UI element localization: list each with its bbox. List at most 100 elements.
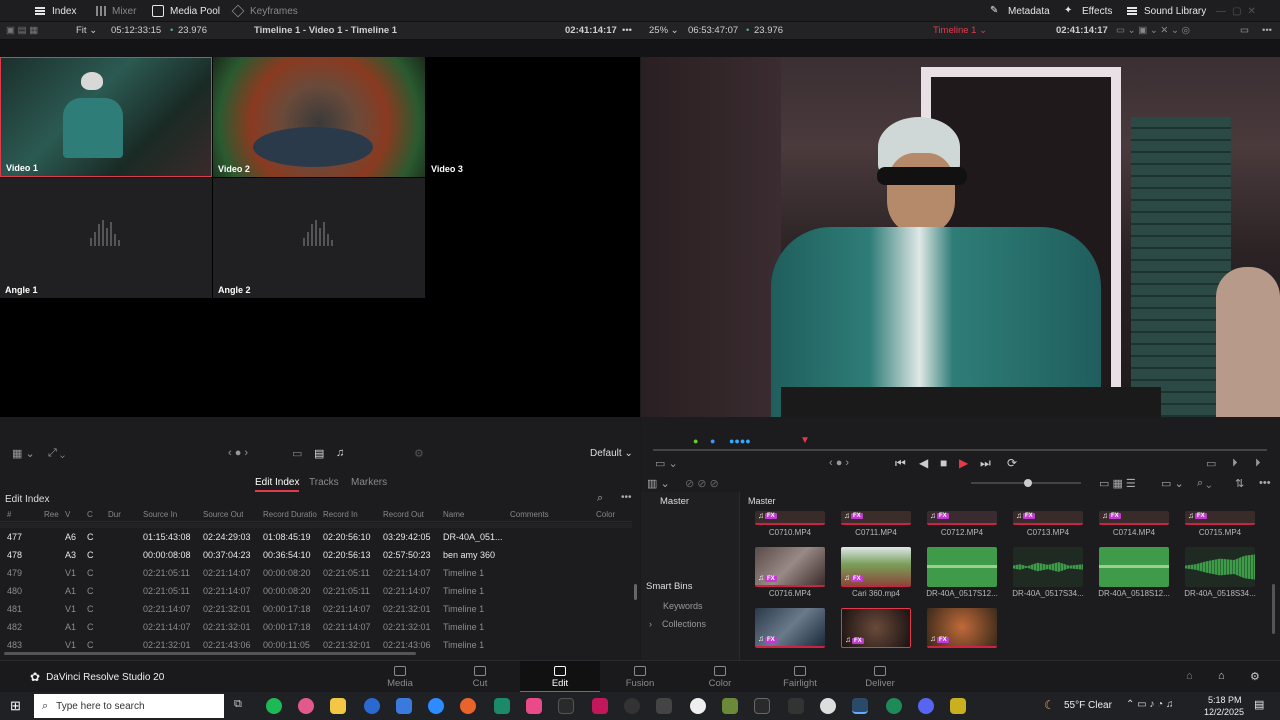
zoom-icon[interactable] (428, 698, 444, 714)
layout-icons[interactable]: ▣ ▤ ▦ (6, 25, 38, 36)
table-row[interactable]: 478 A3 C 00:00:08:08 00:37:04:23 00:36:54:10 0… (0, 546, 632, 564)
table-row[interactable]: 479 V1 C 02:21:05:11 02:21:14:07 00:00:08:20 0… (0, 564, 632, 582)
more-options-icon[interactable]: ••• (1259, 477, 1271, 489)
tab-edit-index[interactable]: Edit Index (255, 477, 300, 492)
table-row[interactable]: 482 A1 C 02:21:14:07 02:21:32:01 00:00:17:18 0… (0, 618, 632, 636)
skip-forward-icon[interactable]: ⏭ (980, 456, 991, 471)
jog-control[interactable]: ‹ ● › (228, 447, 248, 459)
audio-clip-thumbnail[interactable] (927, 547, 997, 587)
multicam-viewer[interactable]: Video 1 Video 2 Video 3 Angle 1 Angle 2 (0, 57, 640, 417)
clip-thumbnail[interactable]: ♫ FX (1185, 511, 1255, 525)
column-header[interactable]: Comments (510, 510, 549, 519)
page-color[interactable]: Color (680, 661, 760, 693)
file-explorer-icon[interactable] (330, 698, 346, 714)
bin-master[interactable]: Master (660, 496, 689, 507)
column-header[interactable]: Source Out (203, 510, 243, 519)
column-header[interactable]: Ree (44, 510, 61, 519)
clock-time[interactable]: 5:18 PM (1208, 695, 1242, 705)
more-options-icon[interactable]: ••• (621, 492, 632, 503)
clip-thumbnail[interactable]: ♫ FX (755, 608, 825, 648)
clip-thumbnail[interactable]: ♫ FX (841, 547, 911, 587)
app-icon[interactable] (754, 698, 770, 714)
clip-thumbnail[interactable]: ♫ FX (927, 511, 997, 525)
firefox-icon[interactable] (460, 698, 476, 714)
column-header[interactable]: C (87, 510, 93, 519)
davinci-taskbar-icon[interactable] (852, 698, 868, 714)
column-header[interactable]: Color (596, 510, 615, 519)
audio-clip-thumbnail[interactable] (1185, 547, 1255, 587)
clip-thumbnail[interactable]: ♫ FX (755, 547, 825, 587)
column-header[interactable]: V (65, 510, 70, 519)
next-clip-icon[interactable]: ⏵ (1232, 457, 1238, 470)
slack-icon[interactable] (526, 698, 542, 714)
column-header[interactable]: Dur (108, 510, 121, 519)
app-icon[interactable] (950, 698, 966, 714)
page-fairlight[interactable]: Fairlight (760, 661, 840, 693)
loop-icon[interactable]: ⟳ (1007, 456, 1017, 470)
task-view-icon[interactable]: ⧉ (234, 698, 242, 711)
audio-clip-thumbnail[interactable] (1099, 547, 1169, 587)
play-reverse-icon[interactable]: ◀ (919, 456, 928, 470)
tray-icons[interactable]: ⌃ ▭ ♪ ◔ ♫ (1126, 699, 1173, 710)
more-options-icon[interactable]: ••• (622, 25, 632, 36)
tab-tracks[interactable]: Tracks (309, 477, 339, 488)
skip-back-icon[interactable]: ⏮ (895, 456, 906, 471)
table-row[interactable]: 477 A6 C 01:15:43:08 02:24:29:03 01:08:45:19 0… (0, 528, 632, 546)
timeline-selector[interactable]: Timeline 1 ⌄ (933, 25, 987, 36)
app-icon[interactable] (820, 698, 836, 714)
sidebar-toggle-icon[interactable]: ▥ ⌄ (647, 477, 670, 490)
discord-icon[interactable] (918, 698, 934, 714)
keyframes-button[interactable]: Keyframes (231, 0, 298, 22)
audio-video-icon[interactable]: ▤ (314, 447, 324, 460)
zoom-dropdown[interactable]: 25% ⌄ (649, 25, 679, 36)
windows-start-icon[interactable]: ⊞ (10, 698, 21, 714)
tab-markers[interactable]: Markers (351, 477, 387, 488)
opera-icon[interactable] (298, 698, 314, 714)
column-header[interactable]: Record Out (383, 510, 424, 519)
jog-control[interactable]: ‹ ● › (829, 457, 849, 469)
app-icon[interactable] (558, 698, 574, 714)
multicam-angle-2[interactable]: Angle 2 (213, 178, 425, 298)
smart-bin-keywords[interactable]: Keywords (663, 601, 703, 611)
close-icon[interactable]: ✕ (1247, 6, 1255, 17)
play-icon[interactable]: ▶ (959, 456, 968, 470)
audio-clip-thumbnail[interactable] (1013, 547, 1083, 587)
column-header[interactable]: Name (443, 510, 464, 519)
viewer-mode-icon[interactable]: ▭ ⌄ (655, 457, 678, 470)
smart-bin-collections[interactable]: › Collections (649, 619, 706, 629)
clip-view-dropdown[interactable]: ▭ ⌄ (1161, 477, 1184, 490)
search-icon[interactable]: ⌕ ⌄ (1197, 477, 1211, 490)
timeline-viewer[interactable] (641, 57, 1280, 417)
link-icons[interactable]: ⊘ ⊘ ⊘ (685, 477, 719, 490)
app-icon[interactable] (788, 698, 804, 714)
fullscreen-icon[interactable]: ▭ (1240, 25, 1249, 36)
clip-thumbnail[interactable]: ♫ FX (927, 608, 997, 648)
layout-dropdown-icon[interactable]: ▦ ⌄ (12, 447, 35, 460)
settings-icon[interactable]: ⚙ (414, 447, 424, 460)
clip-thumbnail[interactable]: ♫ FX (1099, 511, 1169, 525)
smart-bins-label[interactable]: Smart Bins (646, 581, 692, 592)
sort-icon[interactable]: ⇅ (1235, 477, 1244, 490)
fit-dropdown[interactable]: Fit ⌄ (76, 25, 97, 36)
settings-icon[interactable]: ⚙ (1250, 670, 1260, 683)
video-only-icon[interactable]: ▭ (292, 447, 302, 460)
slider-handle[interactable] (1024, 479, 1032, 487)
vertical-scrollbar[interactable] (634, 584, 637, 600)
app-icon[interactable] (722, 698, 738, 714)
vertical-scrollbar[interactable] (1272, 584, 1275, 634)
multicam-angle-1[interactable]: Angle 1 (0, 178, 212, 298)
clip-thumbnail[interactable]: ♫ FX (1013, 511, 1083, 525)
column-header[interactable]: # (7, 510, 11, 519)
app-icon[interactable] (396, 698, 412, 714)
clip-thumbnail-selected[interactable]: ♫ FX (841, 608, 911, 648)
default-dropdown[interactable]: Default ⌄ (590, 448, 633, 459)
home-icon[interactable]: ⌂ (1218, 670, 1225, 682)
table-row[interactable]: 481 V1 C 02:21:14:07 02:21:32:01 00:00:17:18 0… (0, 600, 632, 618)
index-button[interactable]: Index (34, 0, 76, 22)
playhead-icon[interactable]: ▼ (800, 435, 810, 446)
view-toggles[interactable]: ▭ ▦ ☰ (1099, 477, 1136, 490)
column-header[interactable]: Record Duratio (263, 510, 319, 519)
clip-thumbnail[interactable]: ♫ FX (841, 511, 911, 525)
app-icon[interactable] (690, 698, 706, 714)
cut-mode-icon[interactable]: ⤢ ⌄ (48, 447, 65, 460)
